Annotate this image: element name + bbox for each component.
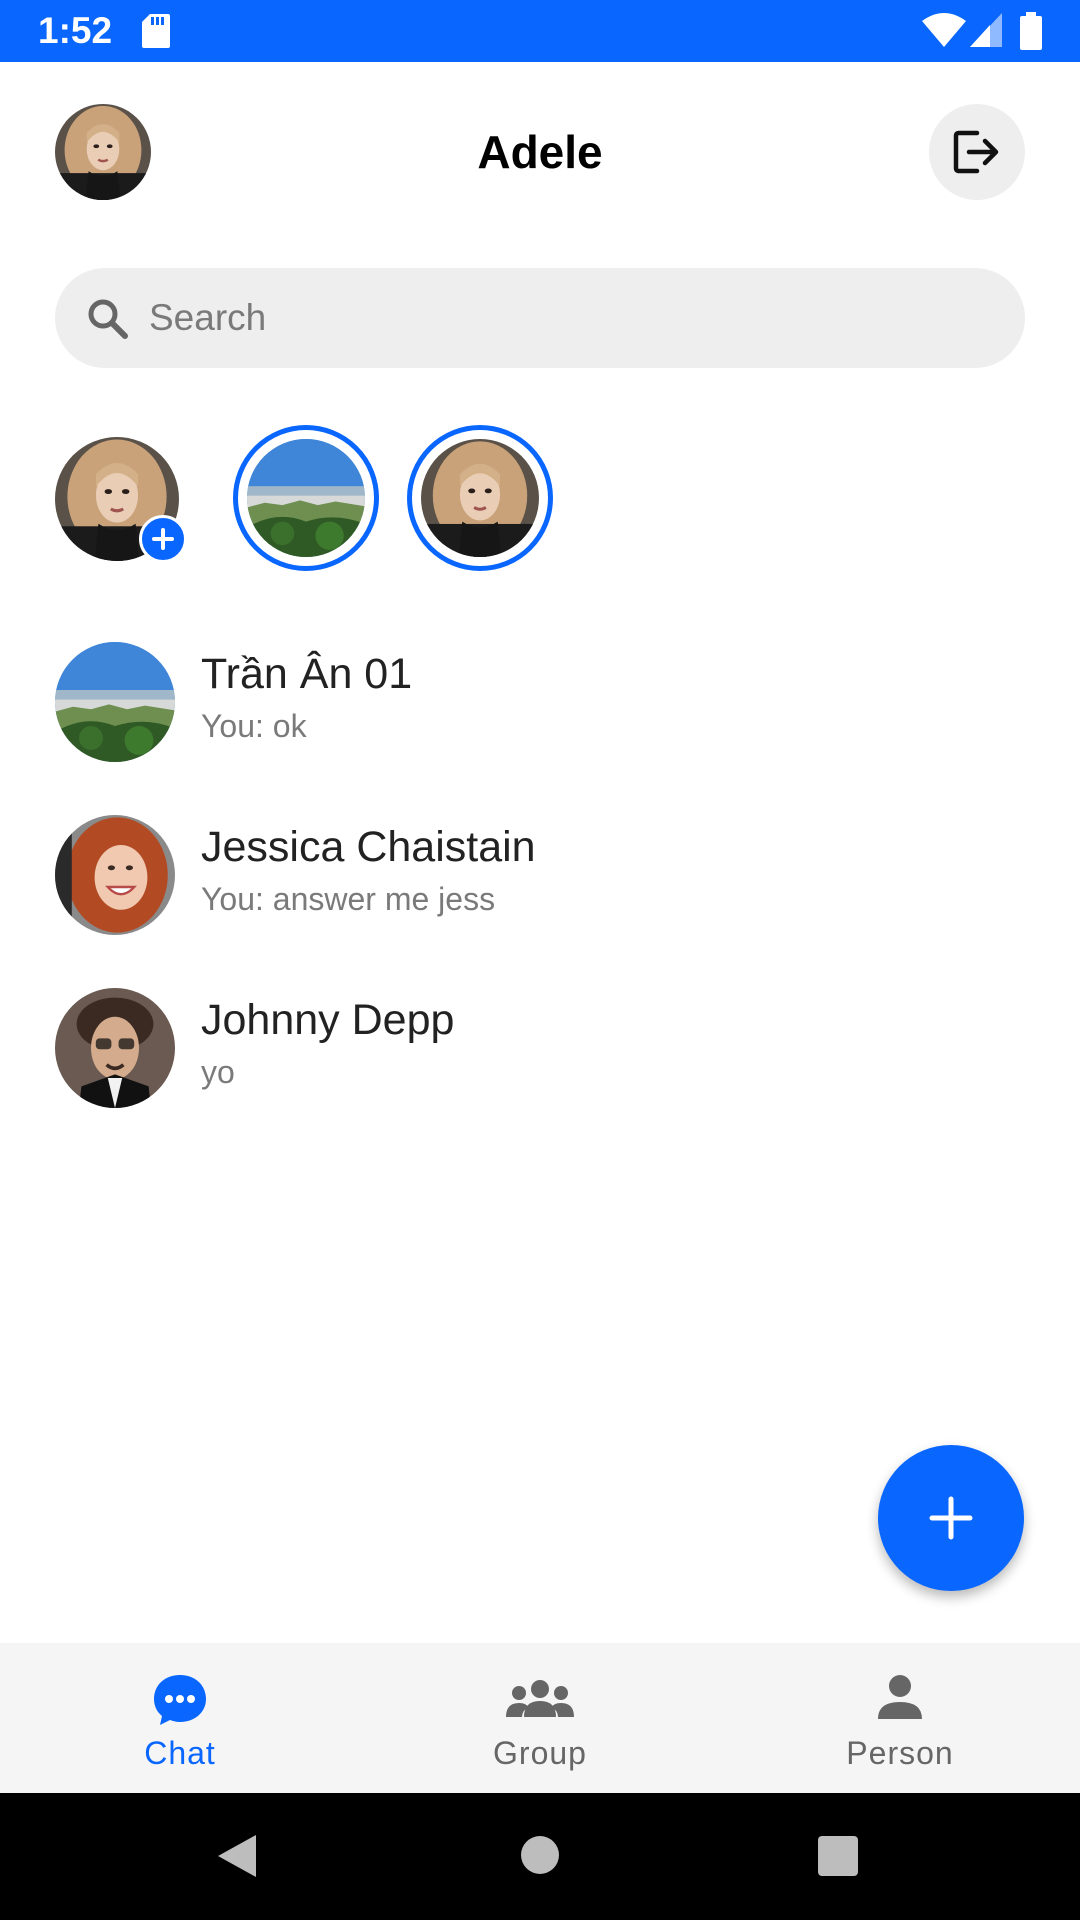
new-chat-fab[interactable]	[878, 1445, 1024, 1591]
chat-name: Johnny Depp	[201, 996, 455, 1044]
nav-item-chat[interactable]: Chat	[0, 1643, 360, 1793]
chat-avatar	[55, 988, 175, 1108]
nav-label-group: Group	[493, 1735, 587, 1771]
story-avatar	[247, 439, 365, 557]
page-title: Adele	[477, 126, 603, 178]
story-item[interactable]	[233, 425, 379, 571]
search-input[interactable]	[149, 268, 989, 368]
nav-item-person[interactable]: Person	[720, 1643, 1080, 1793]
system-navigation-bar	[0, 1793, 1080, 1920]
search-bar[interactable]	[55, 268, 1025, 368]
nav-item-group[interactable]: Group	[360, 1643, 720, 1793]
chat-name: Jessica Chaistain	[201, 823, 536, 871]
back-icon[interactable]	[216, 1833, 258, 1879]
wifi-icon	[922, 13, 966, 47]
logout-button[interactable]	[929, 104, 1025, 200]
chat-list-item[interactable]: Jessica Chaistain You: answer me jess	[0, 801, 1080, 941]
group-icon	[506, 1680, 574, 1717]
status-time: 1:52	[38, 10, 113, 51]
nav-label-chat: Chat	[144, 1735, 216, 1771]
home-icon[interactable]	[520, 1835, 560, 1875]
status-bar: 1:52	[0, 0, 1080, 62]
person-icon	[878, 1675, 922, 1719]
chat-avatar	[55, 815, 175, 935]
story-item[interactable]	[407, 425, 553, 571]
plus-icon	[152, 528, 174, 550]
chat-preview: yo	[201, 1054, 235, 1090]
chat-preview: You: ok	[201, 708, 307, 744]
story-avatar	[421, 439, 539, 557]
add-story-button[interactable]	[55, 437, 187, 563]
cell-signal-icon	[970, 13, 1002, 47]
chat-name: Trần Ân 01	[201, 650, 413, 698]
chat-list-item[interactable]: Trần Ân 01 You: ok	[0, 628, 1080, 768]
sd-card-icon	[142, 14, 170, 48]
search-icon	[88, 299, 128, 339]
battery-icon	[1020, 12, 1042, 50]
logout-icon	[953, 130, 999, 174]
recents-icon[interactable]	[818, 1836, 858, 1876]
chat-avatar	[55, 642, 175, 762]
chat-preview: You: answer me jess	[201, 881, 496, 917]
chat-bubble-icon	[154, 1675, 206, 1725]
bottom-navigation: Chat Group Person	[0, 1643, 1080, 1793]
plus-icon	[929, 1496, 973, 1540]
add-story-plus-badge	[139, 515, 187, 563]
chat-list-item[interactable]: Johnny Depp yo	[0, 974, 1080, 1114]
nav-label-person: Person	[846, 1735, 954, 1771]
